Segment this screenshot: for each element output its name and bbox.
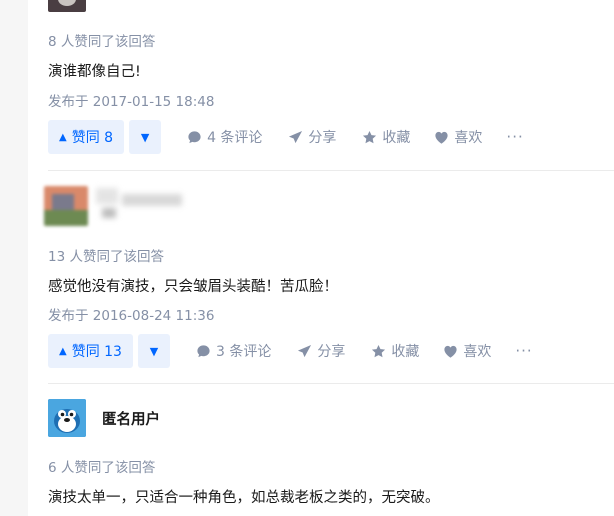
upvote-button[interactable]: ▲ 赞同 8 [48,120,125,154]
publish-date[interactable]: 发布于 2016-08-24 11:36 [48,304,214,324]
comments-label: 4 条评论 [207,130,263,146]
answer-content: 演技太单一，只适合一种角色，如总裁老板之类的，无突破。 [48,490,440,506]
like-button[interactable]: 喜欢 [443,341,491,361]
page-left-margin [0,0,28,516]
collect-label: 收藏 [391,344,420,360]
more-options-button[interactable]: ··· [506,128,523,146]
author-name-blurred[interactable] [92,186,188,222]
author-avatar[interactable] [48,0,86,12]
comments-button[interactable]: 3 条评论 [196,341,271,361]
collect-label: 收藏 [382,130,411,146]
upvote-triangle-icon: ▲ [59,345,67,357]
vote-count-text: 13 人赞同了该回答 [48,249,164,265]
answer-divider [48,170,614,171]
comments-button[interactable]: 4 条评论 [187,127,262,147]
answer-content: 演谁都像自己! [48,64,141,80]
more-options-button[interactable]: ··· [515,342,532,360]
share-label: 分享 [317,344,346,360]
share-arrow-icon [289,130,303,143]
answer-content: 感觉他没有演技，只会皱眉头装酷！苦瓜脸！ [48,279,338,295]
comment-bubble-icon [188,130,201,143]
share-button[interactable]: 分享 [297,341,345,361]
downvote-triangle-icon: ▼ [140,130,150,144]
share-label: 分享 [308,130,337,146]
anonymous-avatar [48,399,86,437]
answer-divider [48,383,614,384]
share-arrow-icon [298,344,312,357]
share-button[interactable]: 分享 [288,127,336,147]
star-icon [363,130,377,143]
vote-count-text: 6 人赞同了该回答 [48,460,156,476]
like-label: 喜欢 [463,344,492,360]
like-label: 喜欢 [454,130,483,146]
collect-button[interactable]: 收藏 [371,341,419,361]
publish-date[interactable]: 发布于 2017-01-15 18:48 [48,90,214,110]
action-bar: ▲ 赞同 8 ▼ 4 条评论 分享 收藏 喜欢 ··· [48,120,524,154]
heart-icon [444,345,457,358]
comment-bubble-icon [197,344,210,357]
downvote-triangle-icon: ▼ [149,344,159,358]
heart-icon [435,131,449,144]
downvote-button[interactable]: ▼ [129,120,162,154]
vote-count-text: 8 人赞同了该回答 [48,34,156,50]
upvote-label: 赞同 13 [71,344,122,360]
action-bar: ▲ 赞同 13 ▼ 3 条评论 分享 收藏 喜欢 ··· [48,334,533,368]
collect-button[interactable]: 收藏 [362,127,410,147]
anonymous-mascot-icon [48,399,86,437]
author-row: 匿名用户 [48,399,160,437]
upvote-label: 赞同 8 [71,130,114,146]
downvote-button[interactable]: ▼ [137,334,170,368]
author-name[interactable]: 匿名用户 [102,408,160,429]
upvote-button[interactable]: ▲ 赞同 13 [48,334,133,368]
upvote-triangle-icon: ▲ [59,131,67,143]
star-icon [372,344,386,357]
like-button[interactable]: 喜欢 [434,127,482,147]
comments-label: 3 条评论 [215,344,272,360]
author-avatar[interactable] [44,186,88,226]
